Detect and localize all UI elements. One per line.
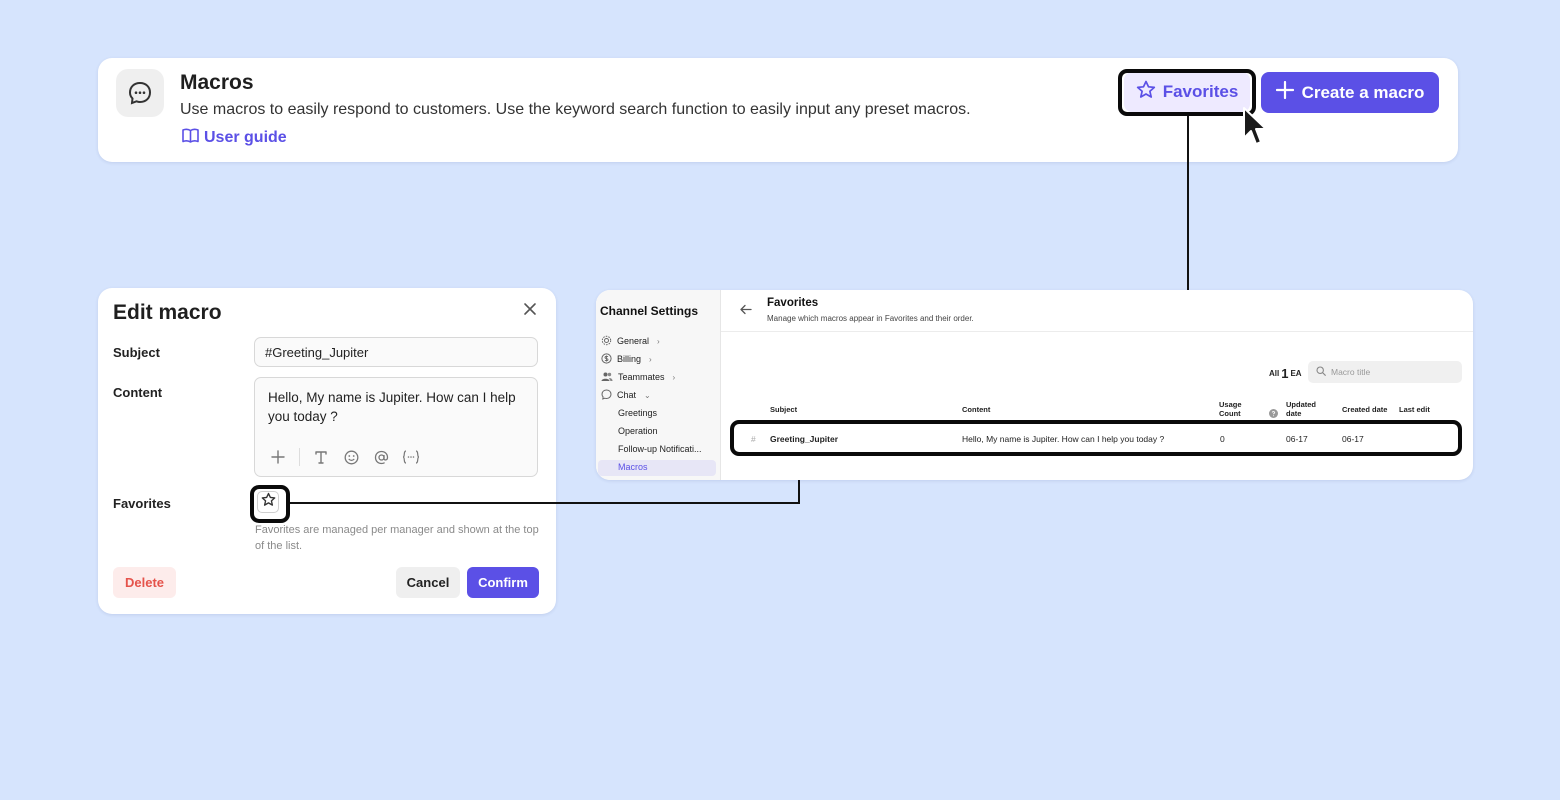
page-description: Use macros to easily respond to customer…: [180, 101, 971, 118]
page-title: Macros: [180, 71, 254, 94]
column-header-created: Created date: [1342, 405, 1388, 414]
chevron-right-icon: ›: [657, 336, 660, 346]
sidebar-item-teammates[interactable]: Teammates ›: [601, 369, 675, 385]
people-icon: [601, 371, 613, 384]
confirm-button[interactable]: Confirm: [467, 567, 539, 598]
mention-icon[interactable]: [372, 448, 390, 466]
create-macro-label: Create a macro: [1301, 82, 1425, 102]
chevron-right-icon: ›: [672, 372, 676, 382]
subject-label: Subject: [113, 345, 160, 360]
column-header-content: Content: [962, 405, 991, 414]
dialog-title: Edit macro: [113, 301, 222, 324]
chevron-down-icon: ⌄: [644, 390, 651, 400]
subject-input[interactable]: #Greeting_Jupiter: [254, 337, 538, 367]
search-icon: [1316, 366, 1326, 378]
plus-icon[interactable]: [269, 448, 287, 466]
favorites-button-highlight: [1118, 69, 1256, 116]
column-header-usage-line2: Count: [1219, 409, 1241, 418]
delete-button[interactable]: Delete: [113, 567, 176, 598]
sidebar-item-chat[interactable]: Chat ⌄: [601, 387, 651, 403]
column-header-usage-line1: Usage: [1219, 400, 1242, 409]
column-header-updated: Updated date: [1286, 400, 1316, 418]
sidebar-item-label: Teammates: [618, 372, 665, 382]
column-header-last-edit: Last edit: [1399, 405, 1430, 414]
sidebar-item-follow-up[interactable]: Follow-up Notificati...: [618, 441, 702, 457]
close-icon[interactable]: [522, 301, 538, 317]
count-prefix: All: [1269, 369, 1280, 378]
header-divider: [721, 331, 1473, 332]
cancel-button[interactable]: Cancel: [396, 567, 460, 598]
macro-search-input[interactable]: Macro title: [1308, 361, 1462, 383]
edit-macro-dialog: Edit macro Subject #Greeting_Jupiter Con…: [98, 288, 556, 614]
book-icon: [182, 128, 199, 148]
favorites-page-description: Manage which macros appear in Favorites …: [767, 314, 974, 323]
count-value: 1: [1281, 366, 1289, 381]
chat-bubble-icon: [116, 69, 164, 117]
column-header-updated-line2: date: [1286, 409, 1302, 418]
plus-icon: [1275, 80, 1294, 104]
sidebar-item-label: Chat: [617, 390, 637, 400]
user-guide-label: User guide: [204, 129, 287, 146]
sidebar-item-greetings[interactable]: Greetings: [618, 405, 657, 421]
column-header-usage: Usage Count: [1219, 400, 1242, 418]
toolbar-divider: [299, 448, 300, 466]
sidebar-item-label: General: [617, 336, 650, 346]
sidebar-item-billing[interactable]: Billing ›: [601, 351, 652, 367]
settings-sidebar: Channel Settings General › Billing › Teamm…: [596, 290, 721, 480]
macro-count: All 1 EA: [1269, 366, 1302, 381]
create-macro-button[interactable]: Create a macro: [1261, 72, 1439, 113]
variable-icon[interactable]: [402, 448, 420, 466]
favorites-page-title: Favorites: [767, 297, 819, 309]
sidebar-title: Channel Settings: [600, 304, 699, 318]
mouse-cursor-icon: [1241, 106, 1269, 155]
content-label: Content: [113, 385, 163, 400]
sidebar-item-label: Billing: [617, 354, 642, 364]
favorites-help-text: Favorites are managed per manager and sh…: [255, 524, 539, 552]
text-icon[interactable]: [312, 448, 330, 466]
sidebar-item-general[interactable]: General ›: [601, 333, 660, 349]
gear-icon: [601, 335, 612, 348]
sidebar-item-macros[interactable]: Macros: [618, 459, 648, 475]
column-header-updated-line1: Updated: [1286, 400, 1316, 409]
connector-line: [290, 502, 800, 504]
dollar-icon: [601, 352, 612, 366]
table-row-highlight: [730, 420, 1462, 456]
favorite-toggle-highlight: [250, 485, 290, 523]
content-text[interactable]: Hello, My name is Jupiter. How can I hel…: [268, 388, 530, 426]
back-arrow-icon[interactable]: [739, 302, 752, 320]
emoji-icon[interactable]: [342, 448, 360, 466]
count-suffix: EA: [1290, 369, 1302, 378]
content-editor[interactable]: Hello, My name is Jupiter. How can I hel…: [254, 377, 538, 477]
active-item-highlight: [598, 460, 716, 476]
chat-icon: [601, 388, 612, 402]
chevron-right-icon: ›: [649, 354, 652, 364]
editor-toolbar: [269, 448, 420, 466]
column-header-subject: Subject: [770, 405, 798, 414]
connector-line: [1187, 116, 1189, 291]
user-guide-link[interactable]: User guide: [182, 128, 287, 148]
search-placeholder: Macro title: [1331, 367, 1371, 377]
favorites-label: Favorites: [113, 496, 171, 511]
sidebar-item-operation[interactable]: Operation: [618, 423, 658, 439]
